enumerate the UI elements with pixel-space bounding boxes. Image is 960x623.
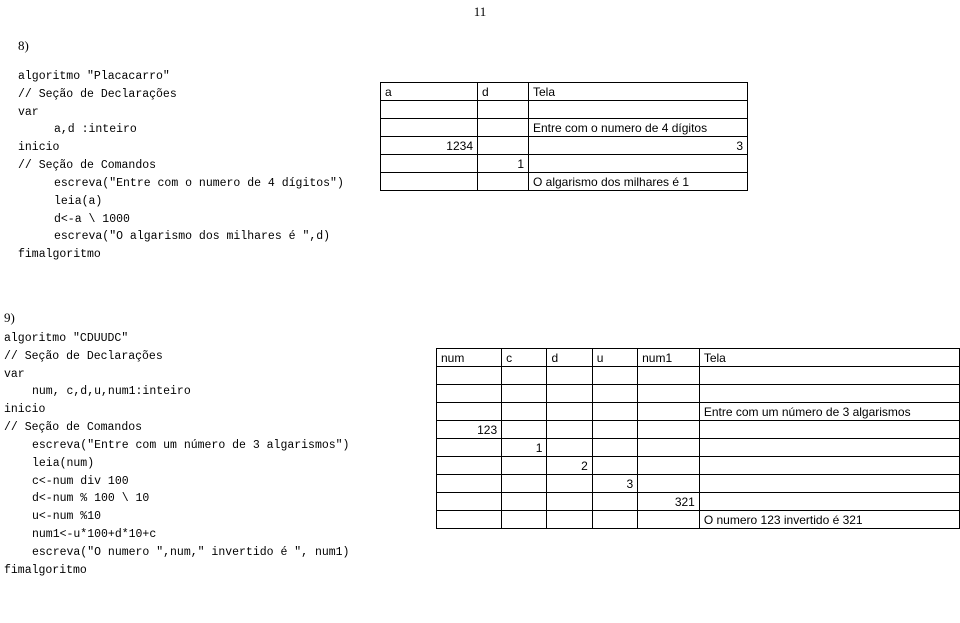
code-line: fimalgoritmo bbox=[4, 562, 960, 580]
cell-num1: 321 bbox=[638, 493, 700, 511]
code-line: algoritmo "CDUUDC" bbox=[4, 330, 960, 348]
exercise-8-label: 8) bbox=[18, 38, 938, 54]
table-row: 2 bbox=[437, 457, 960, 475]
table-row: Entre com o numero de 4 dígitos bbox=[381, 119, 748, 137]
table-row: 1 bbox=[437, 439, 960, 457]
table-row: 321 bbox=[437, 493, 960, 511]
cell-tela: O numero 123 invertido é 321 bbox=[699, 511, 959, 529]
table-row: 1234 3 bbox=[381, 137, 748, 155]
table-row bbox=[381, 101, 748, 119]
table-row: 3 bbox=[437, 475, 960, 493]
cell-d: 2 bbox=[547, 457, 592, 475]
table-row: O numero 123 invertido é 321 bbox=[437, 511, 960, 529]
table-row: 1 bbox=[381, 155, 748, 173]
cell-d: 1 bbox=[478, 155, 529, 173]
col-header-a: a bbox=[381, 83, 478, 101]
col-header-num: num bbox=[437, 349, 502, 367]
cell-c: 1 bbox=[502, 439, 547, 457]
table-row: Entre com um número de 3 algarismos bbox=[437, 403, 960, 421]
table-header-row: num c d u num1 Tela bbox=[437, 349, 960, 367]
table-row bbox=[437, 385, 960, 403]
cell-tela: Entre com um número de 3 algarismos bbox=[699, 403, 959, 421]
table-row bbox=[437, 367, 960, 385]
cell-tela: O algarismo dos milhares é 1 bbox=[529, 173, 748, 191]
cell-u: 3 bbox=[592, 475, 637, 493]
cell-a: 1234 bbox=[381, 137, 478, 155]
col-header-tela: Tela bbox=[529, 83, 748, 101]
col-header-u: u bbox=[592, 349, 637, 367]
trace-table-9: num c d u num1 Tela Entre com um número … bbox=[436, 348, 960, 529]
table-row: 123 bbox=[437, 421, 960, 439]
code-line: escreva("O algarismo dos milhares é ",d) bbox=[54, 228, 938, 246]
cell-num: 123 bbox=[437, 421, 502, 439]
cell-tela: 3 bbox=[529, 137, 748, 155]
table-row: O algarismo dos milhares é 1 bbox=[381, 173, 748, 191]
col-header-d: d bbox=[478, 83, 529, 101]
code-line: fimalgoritmo bbox=[18, 246, 938, 264]
cell-tela: Entre com o numero de 4 dígitos bbox=[529, 119, 748, 137]
page-number: 11 bbox=[474, 4, 487, 20]
code-line: d<-a \ 1000 bbox=[54, 211, 938, 229]
col-header-tela: Tela bbox=[699, 349, 959, 367]
code-line: leia(a) bbox=[54, 193, 938, 211]
exercise-9-label: 9) bbox=[4, 310, 960, 326]
col-header-c: c bbox=[502, 349, 547, 367]
col-header-d: d bbox=[547, 349, 592, 367]
code-line: escreva("O numero ",num," invertido é ",… bbox=[32, 544, 960, 562]
col-header-num1: num1 bbox=[638, 349, 700, 367]
trace-table-8: a d Tela Entre com o numero de 4 dígitos… bbox=[380, 82, 748, 191]
page: 11 8) algoritmo "Placacarro" // Seção de… bbox=[0, 0, 960, 623]
table-header-row: a d Tela bbox=[381, 83, 748, 101]
